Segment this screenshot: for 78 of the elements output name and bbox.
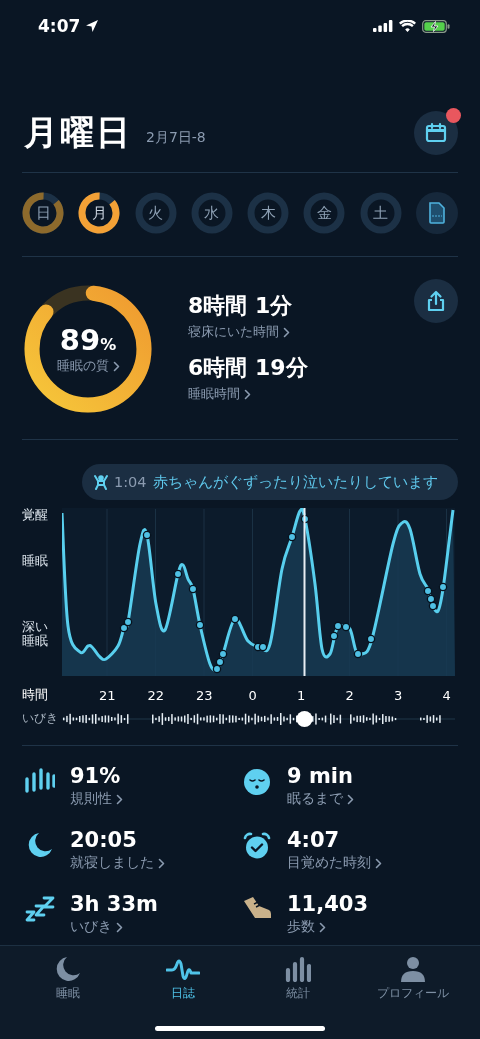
moon-icon <box>54 956 81 982</box>
hour-label: 22 <box>146 687 165 703</box>
tab[interactable]: 統計 <box>240 946 355 1039</box>
stat-value: 4:07 <box>287 828 341 852</box>
zzz-icon <box>25 896 55 924</box>
hour-label: 3 <box>393 687 404 703</box>
hour-label: 2 <box>344 687 355 703</box>
document-icon <box>427 202 446 224</box>
snore-label: いびき <box>22 710 59 727</box>
chevron-icon <box>375 857 382 869</box>
hour-label: 1 <box>296 687 307 703</box>
day-button[interactable]: 金 <box>303 192 346 234</box>
tab[interactable]: 日誌 <box>125 946 240 1039</box>
bars-icon <box>25 768 55 794</box>
bar-chart-icon <box>284 956 311 982</box>
time-axis-label: 時間 <box>22 686 49 704</box>
baby-icon <box>94 473 108 491</box>
clock-time: 4:07 <box>38 16 81 36</box>
day-button[interactable]: 土 <box>359 192 402 234</box>
stat-link[interactable]: 眠るまで <box>287 790 354 808</box>
sleeping-face-icon <box>243 768 271 796</box>
stat-link[interactable]: 歩数 <box>287 918 326 936</box>
event-text: 赤ちゃんがぐずったり泣いたりしています <box>152 472 438 492</box>
chevron-icon <box>116 921 123 933</box>
battery-charging-icon <box>422 19 450 33</box>
share-button[interactable] <box>414 279 458 323</box>
chevron-icon <box>244 388 251 400</box>
event-banner[interactable]: 1:04 赤ちゃんがぐずったり泣いたりしています <box>82 464 458 500</box>
event-time: 1:04 <box>114 474 147 490</box>
day-button[interactable]: 火 <box>134 192 177 234</box>
tab[interactable]: プロフィール <box>355 946 470 1039</box>
moon-icon <box>27 832 53 858</box>
shoe-icon <box>242 896 272 920</box>
hour-label: 4 <box>441 687 452 703</box>
day-button[interactable]: 月 <box>78 192 121 234</box>
calendar-icon <box>425 122 447 144</box>
stat-value: 9 min <box>287 764 354 788</box>
stat-link[interactable]: 規則性 <box>70 790 123 808</box>
day-title: 月曜日 <box>24 111 132 154</box>
chevron-icon <box>158 857 165 869</box>
calendar-button[interactable] <box>414 111 458 155</box>
location-arrow-icon <box>85 19 100 33</box>
tab[interactable]: 睡眠 <box>10 946 125 1039</box>
chevron-icon <box>347 793 354 805</box>
day-button[interactable]: 日 <box>22 192 64 234</box>
duration-value: 6時間 19分 <box>188 354 308 382</box>
person-icon <box>399 956 426 982</box>
stat-value: 20:05 <box>70 828 138 852</box>
stat-value: 11,403 <box>287 892 369 916</box>
wifi-icon <box>399 20 416 32</box>
duration-link[interactable]: 寝床にいた時間 <box>188 323 290 341</box>
sleep-quality-link[interactable]: 睡眠の質 <box>56 357 120 375</box>
hour-label: 23 <box>194 687 214 703</box>
chevron-icon <box>116 793 123 805</box>
sleep-stage-label: 覚醒 <box>22 508 48 523</box>
chevron-icon <box>112 360 120 372</box>
alarm-clock-icon <box>243 832 271 860</box>
playhead-handle[interactable] <box>296 710 313 727</box>
stat-value: 3h 33m <box>70 892 158 916</box>
sleep-stage-label: 睡眠 <box>22 554 48 569</box>
stat-value: 91% <box>70 764 122 788</box>
chevron-icon <box>283 326 290 338</box>
sleep-stage-label: 深い睡眠 <box>22 620 49 649</box>
stat-link[interactable]: 就寝しました <box>70 854 165 872</box>
hour-label: 21 <box>97 687 117 703</box>
duration-value: 8時間 1分 <box>188 292 293 320</box>
day-button[interactable]: 水 <box>190 192 233 234</box>
report-button[interactable] <box>415 192 458 234</box>
date-range: 2月7日-8 <box>146 129 207 147</box>
day-button[interactable]: 木 <box>247 192 290 234</box>
quality-score: 89% <box>59 323 117 357</box>
duration-link[interactable]: 睡眠時間 <box>188 385 251 403</box>
signal-icon <box>373 20 393 32</box>
chevron-icon <box>319 921 326 933</box>
hour-label: 0 <box>247 687 258 703</box>
stat-link[interactable]: いびき <box>70 918 123 936</box>
share-icon <box>426 290 446 312</box>
stat-link[interactable]: 目覚めた時刻 <box>287 854 382 872</box>
